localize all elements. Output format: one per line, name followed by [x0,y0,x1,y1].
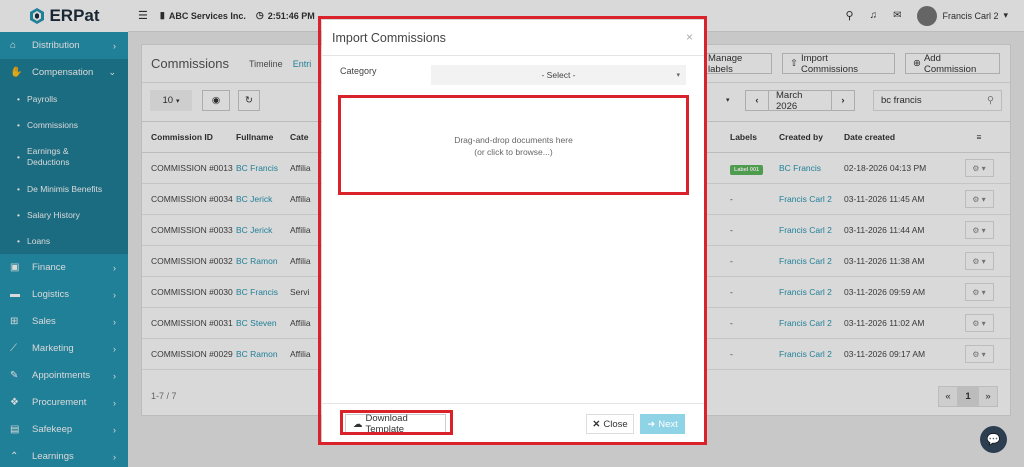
highlight-dropzone [338,95,689,195]
chat-bubble-icon[interactable]: 💬 [980,426,1007,453]
highlight-download-template [340,410,453,435]
highlight-modal [318,16,707,445]
